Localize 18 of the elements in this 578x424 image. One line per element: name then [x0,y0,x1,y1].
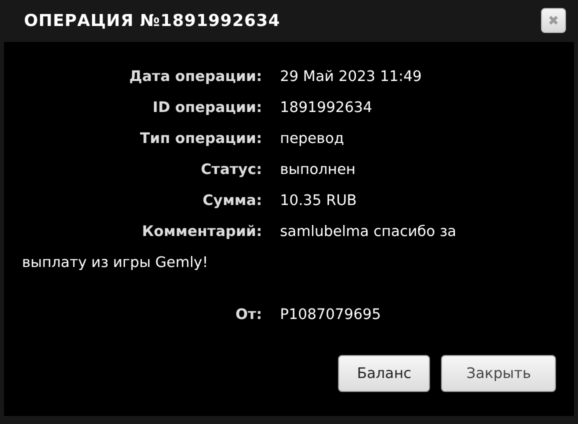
field-value: 29 Май 2023 11:49 [280,69,422,85]
field-label: Тип операции: [139,130,262,149]
field-label: Дата операции: [128,68,262,87]
balance-button[interactable]: Баланс [338,355,430,392]
field-value: выплату из игры Gemly! [22,255,208,271]
field-value: перевод [280,131,344,147]
field-value: 10.35 RUB [280,193,357,209]
field-label: ID операции: [152,99,262,118]
field-value: samlubelma спасибо за [280,224,456,240]
window-title: ОПЕРАЦИЯ №1891992634 [24,10,280,30]
close-button[interactable]: Закрыть [441,355,556,392]
field-value: выполнен [280,162,356,178]
field-label: Статус: [200,161,262,180]
field-label: Сумма: [202,192,262,211]
field-value: 1891992634 [280,100,372,116]
field-value: P1087079695 [280,307,381,323]
field-label: Комментарий: [140,223,262,242]
field-label: От: [234,306,262,325]
